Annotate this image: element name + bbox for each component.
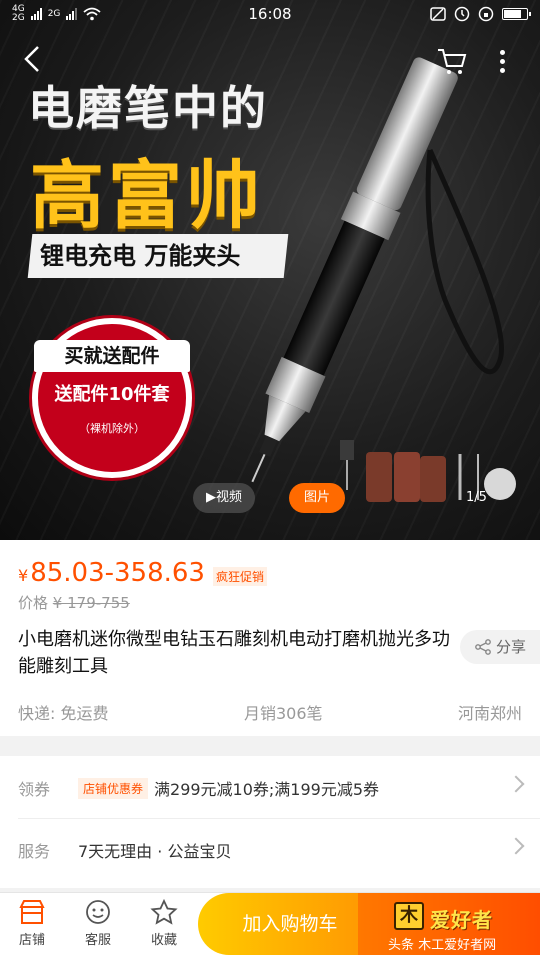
- shop-label: 店铺: [18, 933, 45, 948]
- price-value: 85.03-358.63: [30, 558, 205, 588]
- customer-service-label: 客服: [84, 933, 111, 948]
- watermark-caption: 头条 木工爱好者网: [388, 938, 497, 953]
- network-type-bottom: 2G: [12, 13, 25, 23]
- alarm-icon: [454, 6, 470, 22]
- nfc-icon: [430, 7, 446, 21]
- chevron-right-icon: [507, 775, 525, 793]
- app-root: 电磨笔中的 高富帅 锂电充电 万能夹头 买就送配件 送配件10件套 （裸机除外）…: [0, 0, 540, 960]
- coupon-text: 满299元减10券;满199元减5券: [154, 780, 380, 799]
- video-tab-button[interactable]: ▶视频: [193, 483, 255, 513]
- divider: [18, 818, 540, 819]
- dot-icon: [499, 58, 505, 64]
- feature-ribbon-text: 锂电充电 万能夹头: [40, 242, 241, 270]
- service-text: 7天无理由 · 公益宝贝: [78, 842, 232, 861]
- product-title: 小电磨机迷你微型电钻玉石雕刻机电动打磨机抛光多功能雕刻工具: [18, 629, 450, 677]
- share-button[interactable]: 分享: [460, 630, 540, 664]
- original-price-label: 价格: [18, 594, 49, 612]
- share-label: 分享: [496, 638, 527, 656]
- coupon-badge: 店铺优惠券: [78, 777, 149, 799]
- shop-button[interactable]: 店铺: [10, 899, 54, 948]
- favorite-label: 收藏: [150, 933, 177, 948]
- add-to-cart-button[interactable]: 加入购物车: [198, 893, 382, 955]
- watermark-title: 爱好者: [430, 908, 493, 932]
- seller-location: 河南郑州: [457, 704, 522, 723]
- price-currency: ¥: [18, 566, 29, 585]
- shop-icon: [19, 900, 45, 924]
- chevron-left-icon: [24, 46, 39, 72]
- dot-icon: [499, 67, 505, 73]
- status-right-icons: [430, 6, 531, 22]
- chevron-right-icon: [507, 837, 525, 855]
- original-price-row: 价格 ¥ 179-755: [18, 592, 130, 613]
- hero-headline-large: 高富帅: [30, 153, 264, 239]
- service-label: 服务: [18, 842, 51, 861]
- star-icon: [150, 899, 178, 925]
- photo-tab-button[interactable]: 图片: [289, 483, 345, 513]
- rotation-lock-icon: [478, 6, 494, 22]
- share-icon: [475, 639, 491, 655]
- promo-badge-note: （裸机除外）: [79, 422, 145, 435]
- promo-badge-subtitle: 送配件10件套: [54, 384, 170, 405]
- promo-badge-title: 买就送配件: [34, 340, 190, 372]
- monthly-sales: 月销306笔: [243, 704, 323, 723]
- status-bar: 4G 2G 2G 16:08: [0, 0, 540, 28]
- promo-tag: 疯狂促销: [212, 567, 267, 586]
- wifi-icon: [83, 7, 101, 21]
- hero-headline: 电磨笔中的: [28, 81, 268, 135]
- shipping-info: 快递: 免运费: [18, 704, 109, 723]
- signal-icon: [30, 8, 42, 20]
- feature-ribbon: 锂电充电 万能夹头: [27, 234, 289, 278]
- meta-row: 快递: 免运费 月销306笔 河南郑州: [18, 700, 522, 724]
- customer-service-button[interactable]: 客服: [76, 899, 120, 948]
- network-type-secondary: 2G: [47, 9, 61, 19]
- coupon-label: 领券: [18, 780, 51, 799]
- network-indicators: 4G 2G 2G: [12, 5, 101, 23]
- dot-icon: [499, 49, 505, 55]
- more-options-button[interactable]: [490, 44, 514, 78]
- signal-icon-secondary: [66, 8, 78, 20]
- cart-icon: [438, 49, 467, 74]
- product-hero-image[interactable]: 电磨笔中的 高富帅 锂电充电 万能夹头 买就送配件 送配件10件套 （裸机除外）…: [0, 0, 540, 540]
- price-row: ¥ 85.03-358.63 疯狂促销: [18, 558, 267, 588]
- customer-service-icon: [86, 900, 110, 924]
- watermark-logo: 木: [394, 902, 424, 930]
- coupon-row[interactable]: 领券 店铺优惠券 满299元减10券;满199元减5券: [18, 758, 525, 818]
- gallery-page-indicator: 1/5: [466, 490, 487, 505]
- network-type: 4G 2G: [12, 5, 25, 23]
- cart-button[interactable]: [436, 46, 468, 76]
- service-row[interactable]: 服务 7天无理由 · 公益宝贝: [18, 820, 525, 880]
- original-price-value: ¥ 179-755: [52, 594, 130, 612]
- battery-icon: [502, 8, 531, 20]
- favorite-button[interactable]: 收藏: [142, 899, 186, 948]
- watermark: 木 爱好者 头条 木工爱好者网: [388, 898, 538, 958]
- back-button[interactable]: [22, 44, 56, 78]
